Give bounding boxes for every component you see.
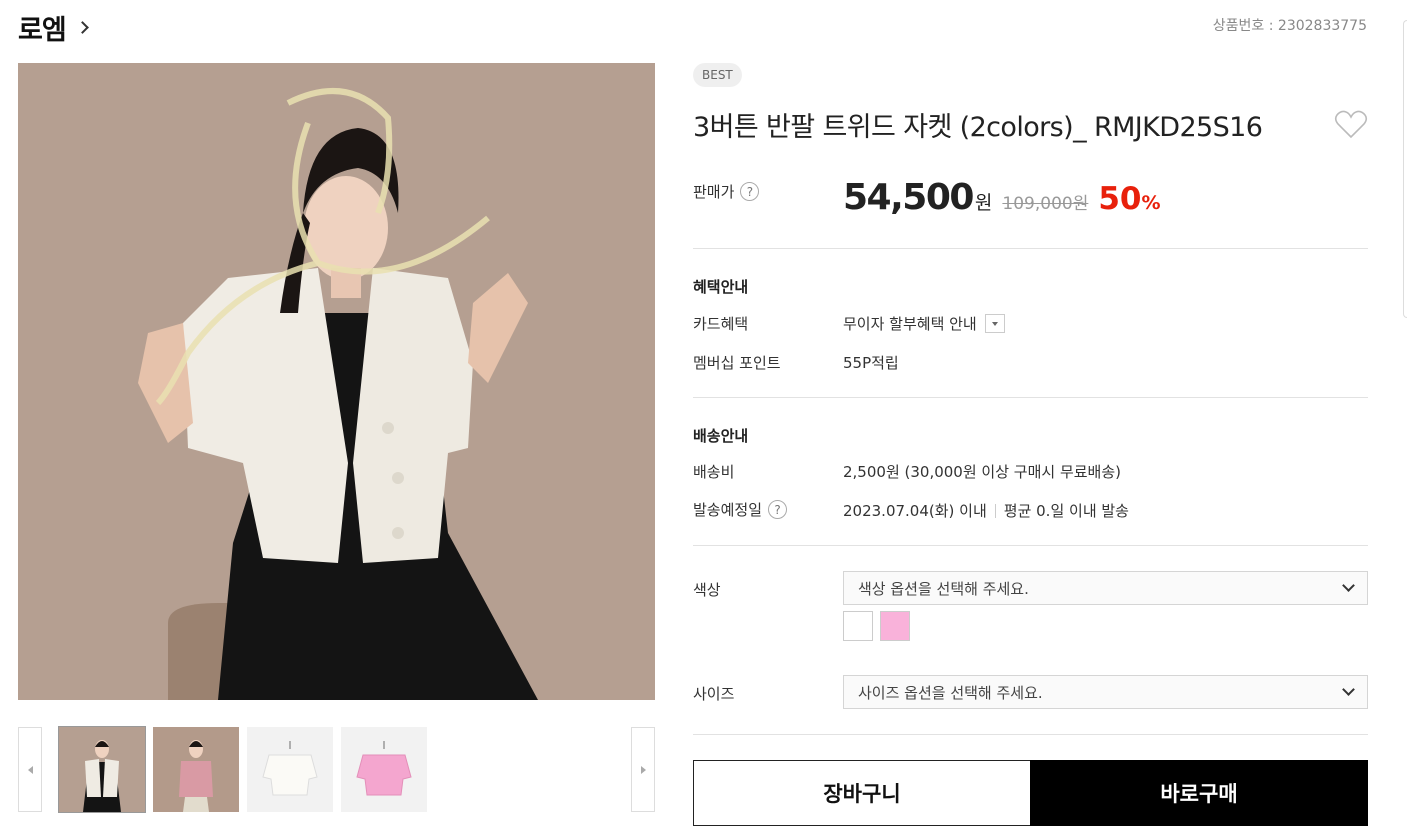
discount-rate: 50 bbox=[1098, 181, 1142, 217]
ship-date-value: 2023.07.04(화) 이내 평균 0.일 이내 발송 bbox=[843, 500, 1129, 521]
chevron-down-icon bbox=[1342, 579, 1355, 592]
card-benefit-label: 카드혜택 bbox=[693, 315, 749, 333]
color-select-placeholder: 색상 옵션을 선택해 주세요. bbox=[858, 579, 1029, 598]
heart-icon[interactable] bbox=[1334, 110, 1368, 140]
divider bbox=[693, 397, 1368, 398]
benefits-title: 혜택안내 bbox=[693, 278, 749, 296]
divider bbox=[693, 734, 1368, 735]
currency-unit: 원 bbox=[974, 192, 993, 214]
shipping-fee-value: 2,500원 (30,000원 이상 구매시 무료배송) bbox=[843, 463, 1122, 481]
size-select-placeholder: 사이즈 옵션을 선택해 주세요. bbox=[858, 683, 1043, 702]
add-to-cart-button[interactable]: 장바구니 bbox=[693, 760, 1031, 826]
swatch-white[interactable] bbox=[843, 611, 873, 641]
thumbnail-2[interactable] bbox=[153, 727, 239, 812]
size-select[interactable]: 사이즈 옵션을 선택해 주세요. bbox=[843, 675, 1368, 709]
point-label: 멤버십 포인트 bbox=[693, 354, 781, 372]
brand-name: 로엠 bbox=[18, 15, 67, 46]
size-label: 사이즈 bbox=[693, 685, 735, 703]
buy-now-button[interactable]: 바로구매 bbox=[1030, 760, 1368, 826]
color-select[interactable]: 색상 옵션을 선택해 주세요. bbox=[843, 571, 1368, 605]
product-info-panel: BEST 3버튼 반팔 트위드 자켓 (2colors)_ RMJKD25S16… bbox=[693, 63, 1368, 826]
thumbnail-1[interactable] bbox=[58, 726, 146, 813]
chevron-down-icon bbox=[1342, 683, 1355, 696]
thumbnail-next-button[interactable] bbox=[631, 727, 655, 812]
main-product-image bbox=[18, 63, 655, 700]
brand-link[interactable]: 로엠 bbox=[18, 8, 89, 47]
price-label: 판매가 ? bbox=[693, 181, 760, 202]
thumbnail-4[interactable] bbox=[341, 727, 427, 812]
triangle-right-icon bbox=[640, 765, 646, 774]
price-block: 54,500 원 109,000원 50% bbox=[843, 177, 1161, 218]
product-title: 3버튼 반팔 트위드 자켓 (2colors)_ RMJKD25S16 bbox=[693, 112, 1263, 143]
price-row: 판매가 ? 54,500 원 109,000원 50% bbox=[693, 177, 1368, 218]
triangle-left-icon bbox=[27, 765, 33, 774]
ship-avg-text: 평균 0.일 이내 발송 bbox=[1003, 502, 1129, 520]
title-row: 3버튼 반팔 트위드 자켓 (2colors)_ RMJKD25S16 bbox=[693, 105, 1368, 144]
thumbnail-3[interactable] bbox=[247, 727, 333, 812]
point-value: 55P적립 bbox=[843, 354, 899, 372]
color-label: 색상 bbox=[693, 581, 721, 599]
divider bbox=[693, 248, 1368, 249]
card-benefit-dropdown-toggle[interactable] bbox=[984, 314, 1005, 333]
sale-price: 54,500 bbox=[843, 177, 974, 218]
card-benefit-text: 무이자 할부혜택 안내 bbox=[843, 315, 977, 333]
separator bbox=[994, 503, 996, 518]
divider bbox=[693, 545, 1368, 546]
discount-unit: % bbox=[1141, 192, 1161, 214]
card-benefit-value: 무이자 할부혜택 안내 bbox=[843, 313, 1005, 334]
side-panel-tab[interactable] bbox=[1403, 20, 1407, 318]
caret-down-icon bbox=[991, 321, 998, 326]
ship-date-label-text: 발송예정일 bbox=[693, 501, 763, 519]
chevron-right-icon bbox=[75, 21, 89, 34]
product-number: 상품번호 : 2302833775 bbox=[1213, 15, 1367, 35]
product-number-value: 2302833775 bbox=[1277, 18, 1367, 34]
shipping-fee-label: 배송비 bbox=[693, 463, 735, 481]
ship-date-label: 발송예정일 ? bbox=[693, 499, 788, 520]
original-price: 109,000원 bbox=[1002, 194, 1089, 214]
best-badge: BEST bbox=[693, 63, 742, 87]
question-icon[interactable]: ? bbox=[768, 500, 788, 519]
ship-date-text: 2023.07.04(화) 이내 bbox=[843, 502, 987, 520]
shipping-title: 배송안내 bbox=[693, 427, 749, 445]
swatch-pink[interactable] bbox=[880, 611, 910, 641]
thumbnail-prev-button[interactable] bbox=[18, 727, 42, 812]
question-icon[interactable]: ? bbox=[740, 182, 760, 201]
price-label-text: 판매가 bbox=[693, 183, 735, 201]
product-number-label: 상품번호 : bbox=[1212, 18, 1278, 34]
